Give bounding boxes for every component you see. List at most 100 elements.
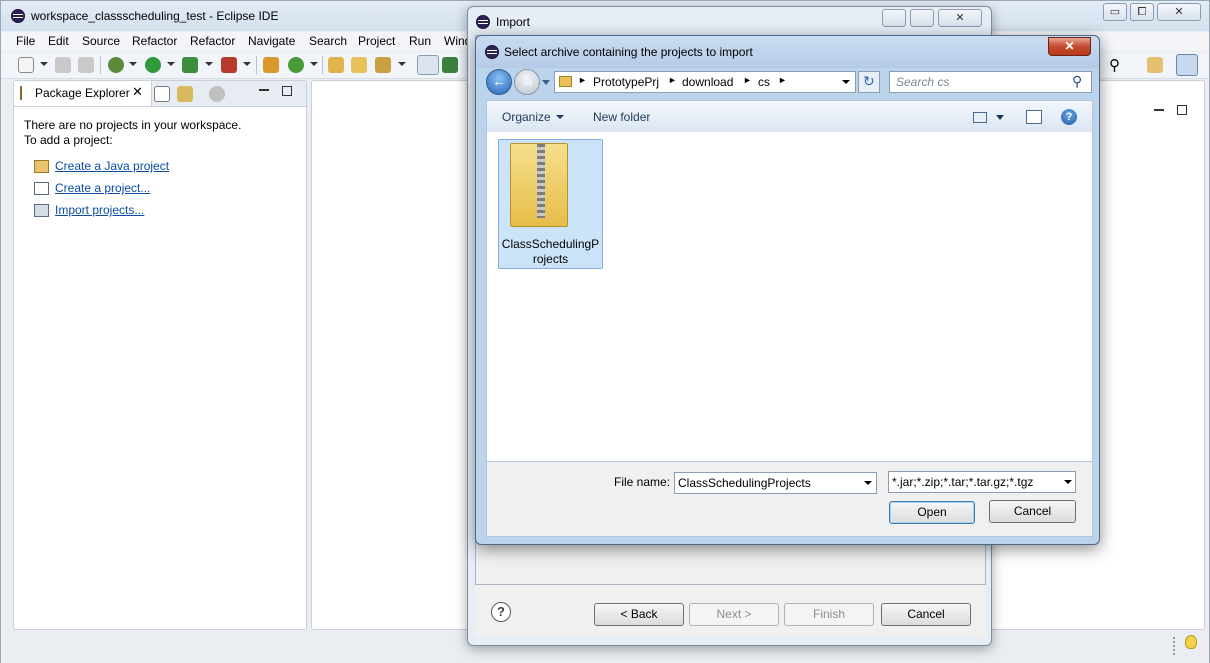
change-view-icon[interactable] bbox=[973, 112, 987, 123]
open-folder-icon[interactable] bbox=[351, 57, 367, 73]
external-tools-icon[interactable] bbox=[221, 57, 237, 73]
breadcrumb-separator-icon[interactable]: ► bbox=[578, 75, 587, 85]
menu-search[interactable]: Search bbox=[309, 34, 347, 48]
tab-package-explorer[interactable]: Package Explorer ✕ bbox=[14, 81, 152, 106]
create-java-project-link[interactable]: Create a Java project bbox=[55, 159, 169, 173]
menu-refactor-2[interactable]: Refactor bbox=[190, 34, 235, 48]
help-icon[interactable]: ? bbox=[491, 602, 511, 622]
status-grip bbox=[1173, 637, 1175, 655]
search-field[interactable]: Search cs ⚲ bbox=[889, 71, 1092, 93]
java-project-icon bbox=[34, 160, 49, 173]
menu-edit[interactable]: Edit bbox=[48, 34, 69, 48]
breadcrumb-separator-icon[interactable]: ► bbox=[743, 75, 752, 85]
open-perspective-icon[interactable] bbox=[1147, 57, 1163, 73]
run-icon[interactable] bbox=[145, 57, 161, 73]
debug-icon[interactable] bbox=[108, 57, 124, 73]
file-item-label: ClassSchedulingP rojects bbox=[499, 237, 602, 267]
show-whitespace-icon[interactable] bbox=[442, 57, 458, 73]
new-icon[interactable] bbox=[18, 57, 34, 73]
new-class-icon[interactable] bbox=[288, 57, 304, 73]
coverage-dropdown-arrow-icon[interactable] bbox=[205, 62, 213, 66]
view-menu-icon[interactable] bbox=[209, 86, 225, 102]
save-icon[interactable] bbox=[55, 57, 71, 73]
filter-dropdown-arrow-icon[interactable] bbox=[1064, 480, 1072, 484]
search-icon[interactable]: ⚲ bbox=[1109, 56, 1120, 74]
file-chooser-bottom: File name: ClassSchedulingProjects *.jar… bbox=[486, 462, 1093, 537]
import-projects-link[interactable]: Import projects... bbox=[55, 203, 144, 217]
import-maximize-button[interactable] bbox=[910, 9, 934, 27]
maximize-view-icon[interactable] bbox=[282, 86, 292, 96]
import-minimize-button[interactable] bbox=[882, 9, 906, 27]
preview-pane-icon[interactable] bbox=[1026, 110, 1042, 124]
java-perspective-icon[interactable] bbox=[1176, 54, 1198, 76]
breadcrumb-separator-icon[interactable]: ► bbox=[668, 75, 677, 85]
breadcrumb-cs[interactable]: cs bbox=[758, 75, 770, 89]
address-dropdown-arrow-icon[interactable] bbox=[842, 80, 850, 84]
breadcrumb-download[interactable]: download bbox=[682, 75, 733, 89]
breadcrumb-separator-icon[interactable]: ► bbox=[778, 75, 787, 85]
menu-refactor[interactable]: Refactor bbox=[132, 34, 177, 48]
minimize-editor-icon[interactable] bbox=[1154, 109, 1164, 111]
minimize-view-icon[interactable] bbox=[259, 89, 269, 91]
save-all-icon[interactable] bbox=[78, 57, 94, 73]
back-button[interactable]: < Back bbox=[594, 603, 684, 626]
open-button[interactable]: Open bbox=[889, 501, 975, 524]
file-chooser-close-button[interactable]: ✕ bbox=[1048, 37, 1091, 56]
coverage-icon[interactable] bbox=[182, 57, 198, 73]
pen-icon[interactable] bbox=[375, 57, 391, 73]
file-name-input[interactable]: ClassSchedulingProjects bbox=[674, 472, 877, 494]
back-arrow-icon[interactable]: ← bbox=[486, 69, 512, 95]
package-explorer-view: Package Explorer ✕ There are no projects… bbox=[13, 80, 307, 630]
file-name-dropdown-arrow-icon[interactable] bbox=[864, 481, 872, 485]
create-project-link[interactable]: Create a project... bbox=[55, 181, 150, 195]
address-bar[interactable]: ► PrototypePrj ► download ► cs ► bbox=[554, 71, 856, 93]
new-class-dropdown-arrow-icon[interactable] bbox=[310, 62, 318, 66]
maximize-button[interactable]: ⧠ bbox=[1130, 3, 1154, 21]
pen-dropdown-arrow-icon[interactable] bbox=[398, 62, 406, 66]
package-explorer-tab-label: Package Explorer bbox=[35, 86, 130, 100]
run-dropdown-arrow-icon[interactable] bbox=[167, 62, 175, 66]
maximize-editor-icon[interactable] bbox=[1177, 105, 1187, 115]
file-chooser-title: Select archive containing the projects t… bbox=[504, 45, 753, 59]
open-type-icon[interactable] bbox=[328, 57, 344, 73]
import-cancel-button[interactable]: Cancel bbox=[881, 603, 971, 626]
finish-button[interactable]: Finish bbox=[784, 603, 874, 626]
menu-run[interactable]: Run bbox=[409, 34, 431, 48]
organize-button[interactable]: Organize bbox=[502, 110, 551, 124]
collapse-all-icon[interactable] bbox=[154, 86, 170, 102]
link-with-editor-icon[interactable] bbox=[177, 86, 193, 102]
file-list: ClassSchedulingP rojects bbox=[486, 132, 1093, 462]
file-type-filter-select[interactable]: *.jar;*.zip;*.tar;*.tar.gz;*.tgz bbox=[888, 471, 1076, 493]
file-chooser-cancel-button[interactable]: Cancel bbox=[989, 500, 1076, 523]
new-package-icon[interactable] bbox=[263, 57, 279, 73]
new-folder-button[interactable]: New folder bbox=[593, 110, 650, 124]
external-tools-dropdown-arrow-icon[interactable] bbox=[243, 62, 251, 66]
minimize-button[interactable]: ▭ bbox=[1103, 3, 1127, 21]
forward-arrow-icon[interactable]: → bbox=[514, 69, 540, 95]
file-name-label: File name: bbox=[614, 475, 671, 489]
command-bar: Organize New folder ? bbox=[486, 100, 1093, 132]
import-close-button[interactable]: ✕ bbox=[938, 9, 982, 27]
import-title: Import bbox=[496, 15, 531, 29]
menu-source[interactable]: Source bbox=[82, 34, 120, 48]
breadcrumb-prototypeprj[interactable]: PrototypePrj bbox=[593, 75, 659, 89]
refresh-icon[interactable]: ↻ bbox=[858, 71, 880, 93]
close-tab-icon[interactable]: ✕ bbox=[132, 84, 143, 100]
package-explorer-tabbar: Package Explorer ✕ bbox=[14, 81, 306, 107]
menu-navigate[interactable]: Navigate bbox=[248, 34, 295, 48]
help-icon[interactable]: ? bbox=[1061, 109, 1077, 125]
new-dropdown-arrow-icon[interactable] bbox=[40, 62, 48, 66]
toggle-mark-icon[interactable] bbox=[417, 55, 439, 75]
search-icon[interactable]: ⚲ bbox=[1072, 73, 1082, 90]
debug-dropdown-arrow-icon[interactable] bbox=[129, 62, 137, 66]
lightbulb-icon[interactable] bbox=[1185, 635, 1197, 649]
file-item-classschedulingprojects[interactable]: ClassSchedulingP rojects bbox=[498, 139, 603, 269]
menu-project[interactable]: Project bbox=[358, 34, 395, 48]
close-button[interactable]: ✕ bbox=[1157, 3, 1201, 21]
view-dropdown-arrow-icon[interactable] bbox=[996, 115, 1004, 120]
import-icon bbox=[34, 204, 49, 217]
menu-file[interactable]: File bbox=[16, 34, 35, 48]
organize-dropdown-arrow-icon[interactable] bbox=[556, 115, 564, 119]
next-button[interactable]: Next > bbox=[689, 603, 779, 626]
recent-locations-arrow-icon[interactable] bbox=[542, 80, 550, 85]
